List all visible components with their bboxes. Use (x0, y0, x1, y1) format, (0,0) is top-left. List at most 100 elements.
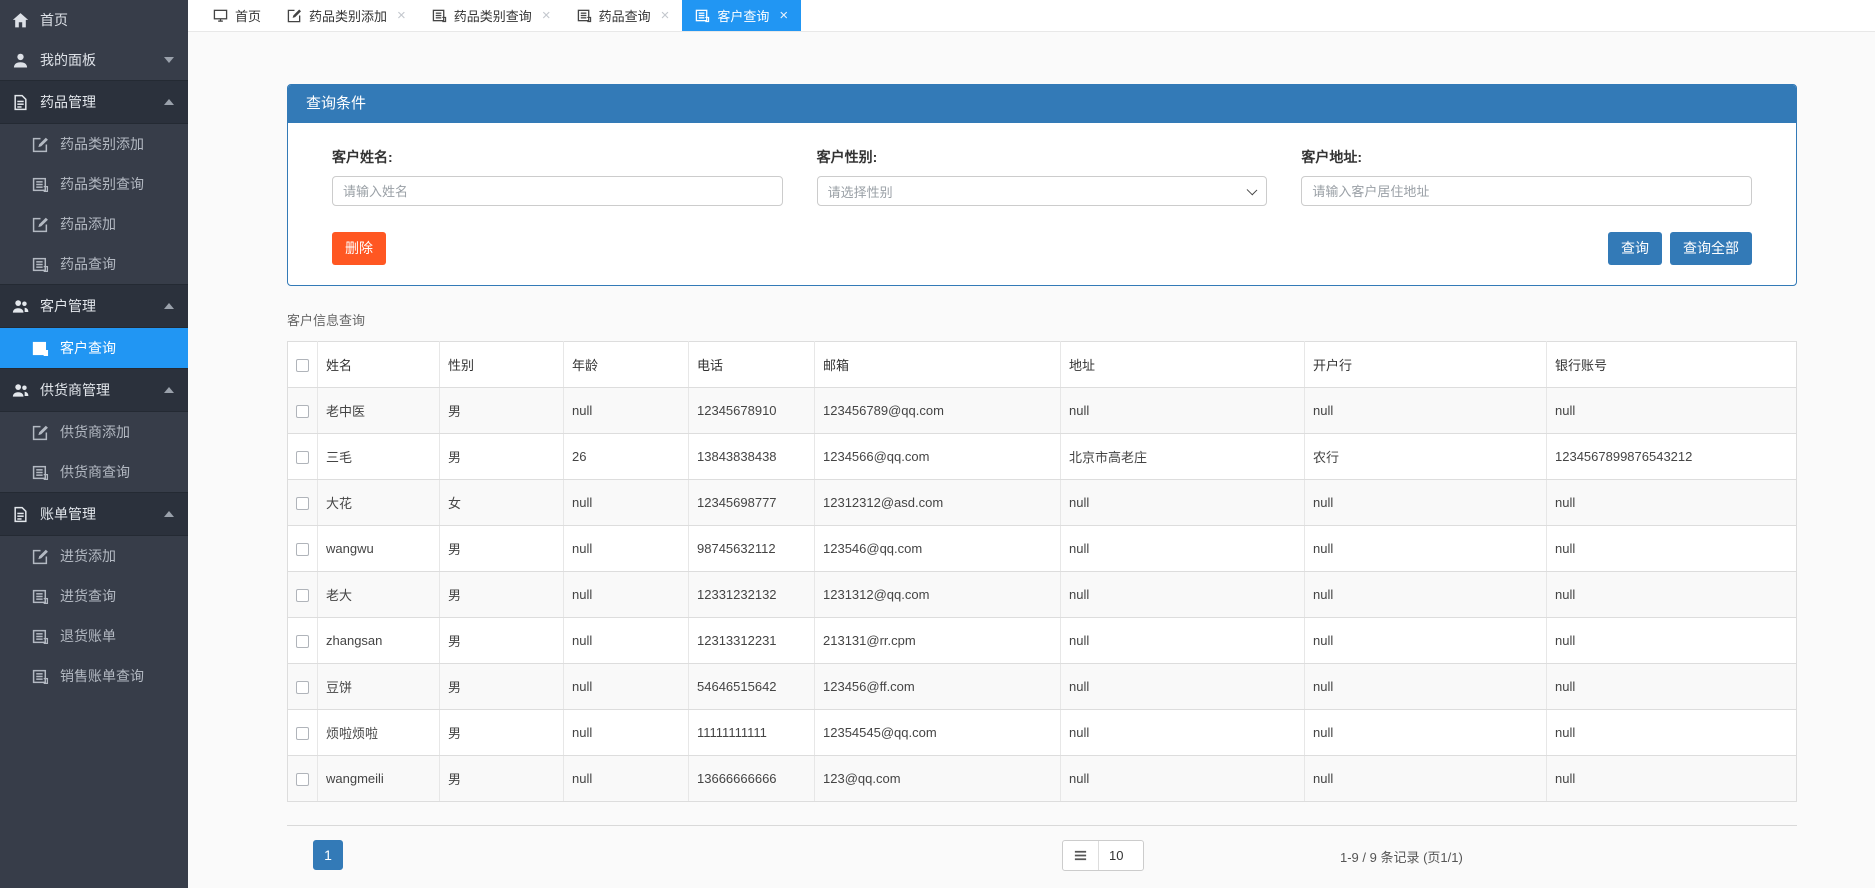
row-checkbox[interactable] (296, 773, 309, 786)
sidebar-item-home[interactable]: 首页 (0, 0, 188, 40)
sidebar-item-label: 药品类别添加 (60, 134, 144, 154)
tab-customer-query[interactable]: 客户查询× (682, 0, 801, 31)
list-icon (32, 668, 49, 685)
column-header: 电话 (689, 342, 815, 388)
sidebar-item-purchase-query[interactable]: 进货查询 (0, 576, 188, 616)
field-label: 客户姓名: (332, 147, 783, 167)
customer-address-input[interactable] (1301, 176, 1752, 206)
list-icon (32, 464, 49, 481)
table-row: 豆饼男null54646515642123456@ff.comnullnulln… (288, 664, 1797, 710)
sidebar-item-drug-category-query[interactable]: 药品类别查询 (0, 164, 188, 204)
table-header: 姓名性别年龄电话邮箱地址开户行银行账号 (288, 342, 1797, 388)
row-checkbox[interactable] (296, 543, 309, 556)
row-checkbox[interactable] (296, 681, 309, 694)
home-icon (12, 12, 29, 29)
sidebar-item-supplier-add[interactable]: 供货商添加 (0, 412, 188, 452)
sidebar-item-customer-management[interactable]: 客户管理 (0, 284, 188, 328)
row-checkbox[interactable] (296, 451, 309, 464)
list-icon (32, 340, 49, 357)
delete-button[interactable]: 删除 (332, 232, 386, 265)
tab-drug-category-add[interactable]: 药品类别添加× (274, 0, 419, 31)
page-1-button[interactable]: 1 (313, 840, 343, 870)
sidebar-item-my-panel[interactable]: 我的面板 (0, 40, 188, 80)
sidebar-item-drug-category-add[interactable]: 药品类别添加 (0, 124, 188, 164)
table-cell: null (1305, 710, 1547, 756)
list-icon (695, 8, 710, 23)
close-icon[interactable]: × (661, 8, 670, 23)
row-checkbox[interactable] (296, 405, 309, 418)
page-size-value[interactable]: 10 (1099, 841, 1143, 870)
field-customer-name: 客户姓名: (332, 147, 783, 206)
customer-name-input[interactable] (332, 176, 783, 206)
list-icon (32, 628, 49, 645)
customer-gender-select[interactable]: 请选择性别 (817, 176, 1268, 206)
tab-drug-query[interactable]: 药品查询× (564, 0, 683, 31)
table-cell: null (564, 756, 689, 802)
close-icon[interactable]: × (542, 8, 551, 23)
close-icon[interactable]: × (779, 8, 788, 23)
table-cell: null (1061, 664, 1305, 710)
sidebar-item-bill-management[interactable]: 账单管理 (0, 492, 188, 536)
row-checkbox[interactable] (296, 497, 309, 510)
table-cell: 男 (440, 756, 564, 802)
column-header: 地址 (1061, 342, 1305, 388)
table-cell: 54646515642 (689, 664, 815, 710)
list-icon (432, 8, 447, 23)
table-row: wangwu男null98745632112123546@qq.comnulln… (288, 526, 1797, 572)
select-all-checkbox[interactable] (296, 359, 309, 372)
query-button[interactable]: 查询 (1608, 232, 1662, 265)
main-content: 查询条件 客户姓名:客户性别:请选择性别客户地址: 删除 查询 查询全部 客户信… (188, 32, 1875, 888)
user-icon (12, 52, 29, 69)
tab-drug-category-query[interactable]: 药品类别查询 × (419, 0, 564, 31)
select-all-header-cell (288, 342, 318, 388)
sidebar-item-supplier-management[interactable]: 供货商管理 (0, 368, 188, 412)
table-cell: 12331232132 (689, 572, 815, 618)
table-row: zhangsan男null12313312231213131@rr.cpmnul… (288, 618, 1797, 664)
row-checkbox[interactable] (296, 635, 309, 648)
row-checkbox[interactable] (296, 589, 309, 602)
table-cell: 213131@rr.cpm (815, 618, 1061, 664)
caret-down-icon (164, 57, 174, 63)
table-cell: 男 (440, 618, 564, 664)
row-checkbox-cell (288, 756, 318, 802)
tab-bar: 首页药品类别添加×药品类别查询×药品查询×客户查询× (188, 0, 1875, 32)
table-row: 三毛男26138438384381234566@qq.com北京市高老庄农行12… (288, 434, 1797, 480)
table-cell: null (1547, 480, 1797, 526)
tab-home[interactable]: 首页 (200, 0, 274, 31)
customer-table: 姓名性别年龄电话邮箱地址开户行银行账号 老中医男null123456789101… (287, 341, 1797, 802)
table-row: 大花女null1234569877712312312@asd.comnullnu… (288, 480, 1797, 526)
table-cell: null (1547, 618, 1797, 664)
tab-label: 药品类别查询 (454, 6, 532, 25)
table-cell: 老中医 (318, 388, 440, 434)
page-size-control[interactable]: 10 (1062, 840, 1144, 871)
list-icon (32, 176, 49, 193)
edit-icon (287, 8, 302, 23)
table-cell: null (1061, 526, 1305, 572)
table-cell: null (1305, 756, 1547, 802)
chevron-down-icon (1247, 185, 1258, 196)
sidebar-item-label: 药品添加 (60, 214, 116, 234)
sidebar-item-purchase-add[interactable]: 进货添加 (0, 536, 188, 576)
sidebar-item-return-bill[interactable]: 退货账单 (0, 616, 188, 656)
column-header: 开户行 (1305, 342, 1547, 388)
sidebar-item-drug-management[interactable]: 药品管理 (0, 80, 188, 124)
table-cell: 男 (440, 388, 564, 434)
sidebar-item-drug-add[interactable]: 药品添加 (0, 204, 188, 244)
sidebar-item-supplier-query[interactable]: 供货商查询 (0, 452, 188, 492)
row-checkbox-cell (288, 710, 318, 756)
list-menu-icon[interactable] (1063, 841, 1099, 870)
sidebar-item-drug-query[interactable]: 药品查询 (0, 244, 188, 284)
row-checkbox[interactable] (296, 727, 309, 740)
close-icon[interactable]: × (397, 8, 406, 23)
sidebar-item-customer-query[interactable]: 客户查询 (0, 328, 188, 368)
table-cell: null (1547, 710, 1797, 756)
sidebar: 首页我的面板药品管理药品类别添加药品类别查询药品添加药品查询客户管理客户查询供货… (0, 0, 188, 888)
table-cell: 豆饼 (318, 664, 440, 710)
table-cell: 123456@ff.com (815, 664, 1061, 710)
edit-icon (32, 548, 49, 565)
table-cell: 123@qq.com (815, 756, 1061, 802)
table-cell: 农行 (1305, 434, 1547, 480)
field-label: 客户性别: (817, 147, 1268, 167)
sidebar-item-sales-bill-query[interactable]: 销售账单查询 (0, 656, 188, 696)
query-all-button[interactable]: 查询全部 (1670, 232, 1752, 265)
